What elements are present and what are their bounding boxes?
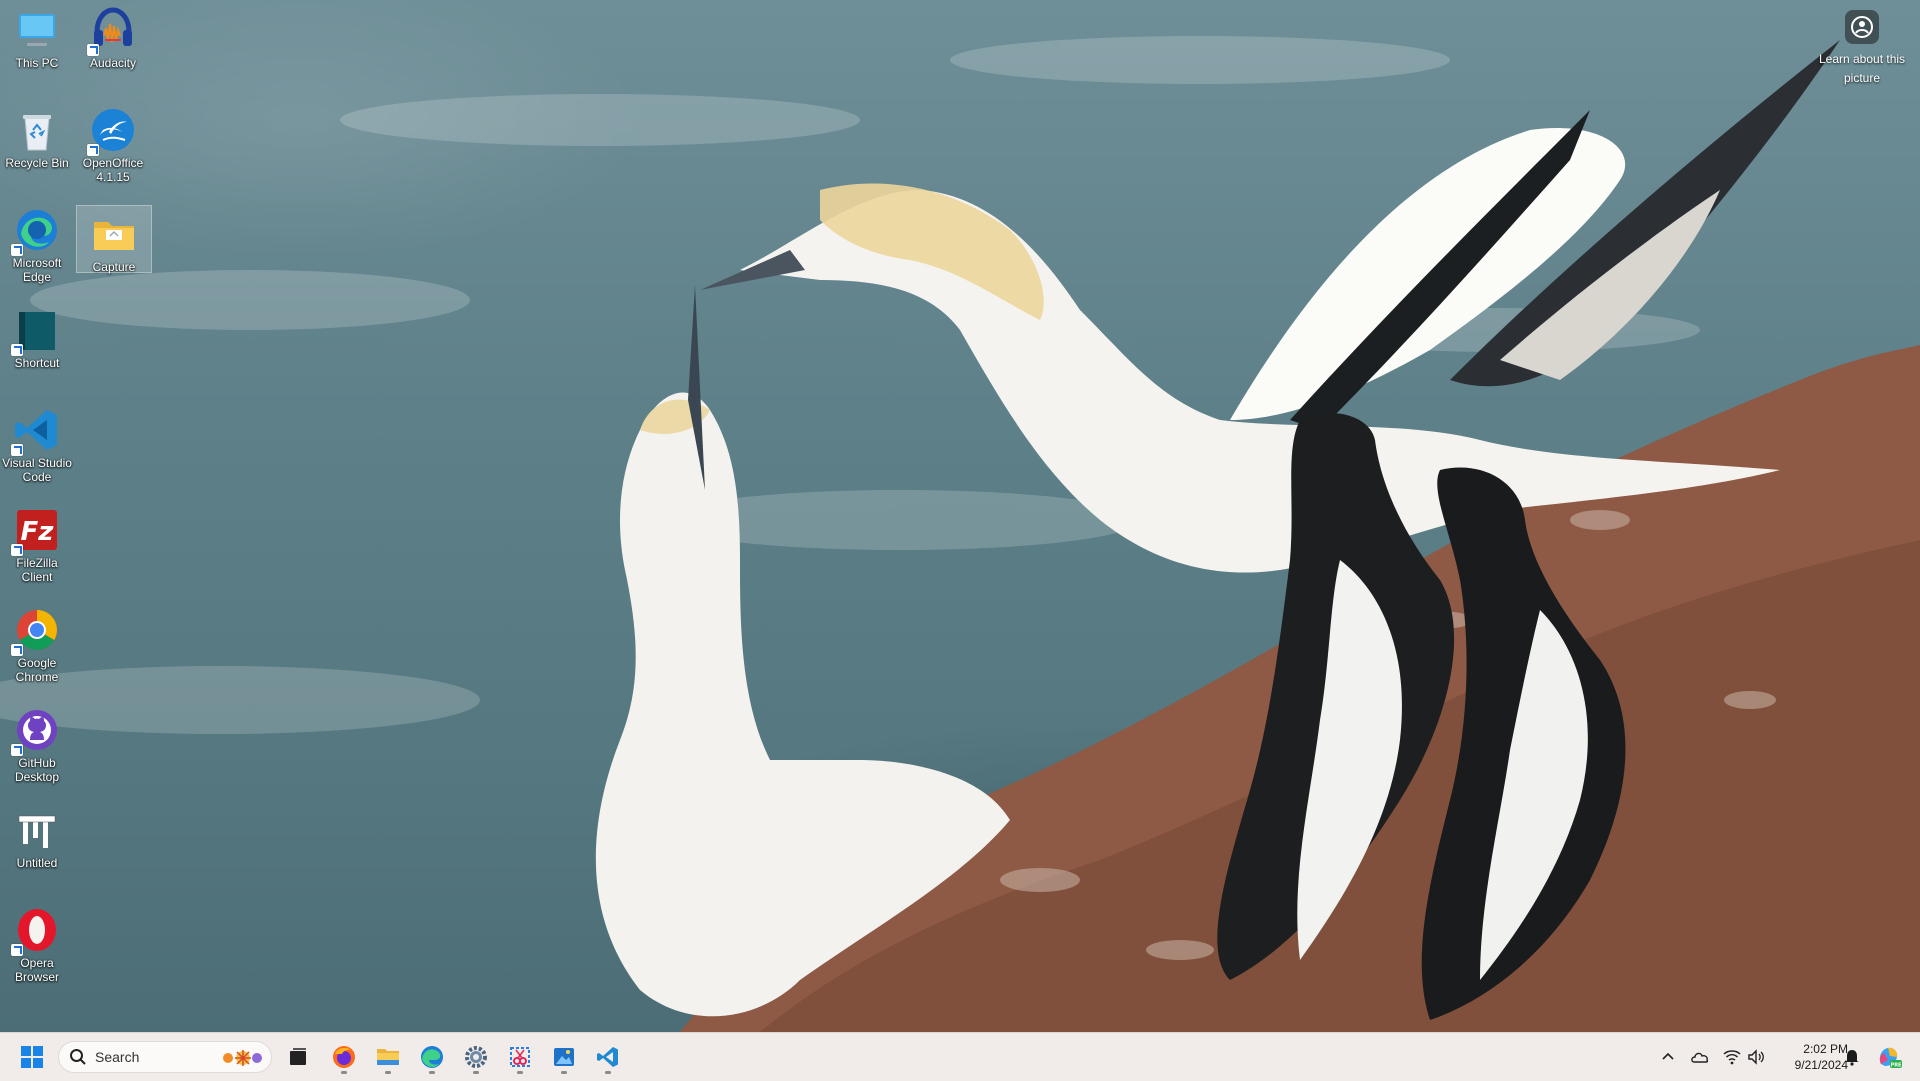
monitor-icon [13, 6, 61, 54]
clock-time: 2:02 PM [1803, 1042, 1848, 1056]
desktop-icon-label: GitHub Desktop [14, 756, 60, 784]
edge-icon [421, 1046, 443, 1068]
svg-text:Fz: Fz [21, 517, 55, 547]
task-view-icon [290, 1048, 306, 1065]
notifications-button[interactable] [1842, 1047, 1862, 1067]
desktop-icon-shortcut[interactable]: Shortcut [0, 300, 74, 378]
start-icon [21, 1046, 43, 1068]
desktop-icon-label: Opera Browser [14, 956, 59, 984]
desktop-icon-label: FileZilla Client [16, 556, 58, 584]
desktop-icon-label: Visual Studio Code [2, 456, 72, 484]
desktop-icon-google-chrome[interactable]: Google Chrome [0, 600, 74, 692]
desktop-icon-capture[interactable]: Capture [76, 205, 152, 274]
onedrive-tray-button[interactable] [1690, 1047, 1710, 1067]
desktop-icon-label: Shortcut [14, 356, 60, 370]
taskbar-edge[interactable] [414, 1039, 450, 1075]
taskbar: Search 2:02 PM 9/21/2024 PRE [0, 1032, 1920, 1081]
desktop-icon-vscode[interactable]: Visual Studio Code [0, 400, 74, 492]
network-tray-button[interactable] [1722, 1047, 1742, 1067]
taskbar-clock[interactable]: 2:02 PM 9/21/2024 [1770, 1041, 1848, 1073]
desktop-icon-label: Microsoft Edge [12, 256, 62, 284]
taskbar-photos[interactable] [546, 1039, 582, 1075]
vscode-icon [11, 406, 61, 456]
audacity-icon [87, 6, 137, 56]
taskbar-vscode[interactable] [590, 1039, 626, 1075]
search-placeholder: Search [95, 1049, 140, 1065]
taskbar-file-explorer[interactable] [370, 1039, 406, 1075]
learn-about-picture-label: Learn about this picture [1818, 52, 1906, 85]
shortcut-icon [11, 306, 61, 356]
desktop-icon-label: OpenOffice 4.1.15 [82, 156, 144, 184]
photos-icon [554, 1048, 574, 1066]
desktop-icon-recycle-bin[interactable]: Recycle Bin [0, 100, 74, 178]
volume-tray-button[interactable] [1746, 1047, 1766, 1067]
taskbar-firefox[interactable] [326, 1039, 362, 1075]
settings-icon [465, 1046, 487, 1068]
volume-icon [1748, 1049, 1764, 1065]
onedrive-icon [1691, 1052, 1709, 1063]
untitled-icon [13, 806, 61, 854]
start-button[interactable] [14, 1039, 50, 1075]
taskbar-snipping-tool[interactable] [502, 1039, 538, 1075]
svg-text:PRE: PRE [1891, 1063, 1902, 1069]
recycle-bin-icon [13, 106, 61, 154]
learn-about-picture[interactable]: Learn about this picture [1816, 10, 1908, 86]
snipping-tool-icon [510, 1047, 530, 1067]
desktop-icon-audacity[interactable]: Audacity [76, 0, 150, 78]
firefox-icon [333, 1046, 355, 1068]
github-icon [11, 706, 61, 756]
desktop-icon-openoffice[interactable]: OpenOffice 4.1.15 [76, 100, 150, 192]
desktop-icon-filezilla[interactable]: Fz FileZilla Client [0, 500, 74, 592]
desktop-icon-opera-browser[interactable]: Opera Browser [0, 900, 74, 992]
edge-icon [11, 206, 61, 256]
search-icon [70, 1049, 86, 1065]
chevron-up-icon [1662, 1052, 1674, 1060]
bell-icon [1845, 1050, 1859, 1066]
desktop-icon-label: This PC [15, 56, 59, 70]
desktop-icon-this-pc[interactable]: This PC [0, 0, 74, 78]
vscode-icon [597, 1047, 618, 1067]
openoffice-icon [87, 106, 137, 156]
task-view-button[interactable] [280, 1039, 316, 1075]
show-hidden-icons-button[interactable] [1658, 1047, 1678, 1067]
desktop-icon-label: Audacity [89, 56, 137, 70]
taskbar-search[interactable]: Search [58, 1041, 272, 1073]
desktop-icon-github-desktop[interactable]: GitHub Desktop [0, 700, 74, 792]
camera-info-icon [1845, 10, 1879, 44]
filezilla-icon: Fz [11, 506, 61, 556]
desktop-icon-label: Google Chrome [15, 656, 59, 684]
desktop-icon-microsoft-edge[interactable]: Microsoft Edge [0, 200, 74, 292]
copilot-button[interactable]: PRE [1876, 1044, 1902, 1070]
desktop-wallpaper [0, 0, 1920, 1032]
taskbar-settings[interactable] [458, 1039, 494, 1075]
wifi-icon [1723, 1050, 1741, 1065]
desktop-icon-label: Capture [92, 260, 136, 274]
search-highlight-icon [223, 1050, 262, 1066]
wallpaper-art [0, 36, 1920, 1032]
clock-date: 9/21/2024 [1794, 1058, 1848, 1072]
desktop-icon-untitled[interactable]: Untitled [0, 800, 74, 878]
folder-icon [90, 210, 138, 258]
opera-icon [11, 906, 61, 956]
desktop-icon-label: Untitled [16, 856, 58, 870]
copilot-icon: PRE [1879, 1047, 1902, 1069]
chrome-icon [11, 606, 61, 656]
file-explorer-icon [377, 1049, 399, 1065]
desktop-icon-label: Recycle Bin [5, 156, 69, 170]
